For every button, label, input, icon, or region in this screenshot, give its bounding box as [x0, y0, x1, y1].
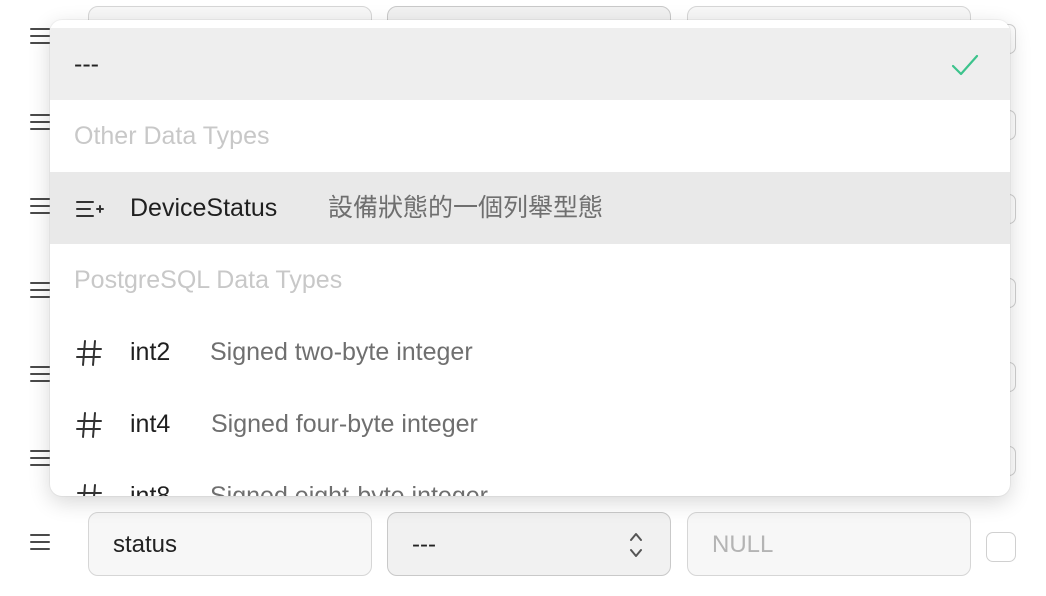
type-name: int4	[130, 410, 171, 438]
type-description: Signed eight-byte integer	[210, 482, 488, 496]
dropdown-option-none[interactable]: ---	[50, 28, 1010, 100]
column-checkbox[interactable]	[986, 532, 1016, 562]
drag-handle-icon[interactable]	[30, 198, 50, 219]
checkmark-icon	[951, 54, 979, 76]
group-label-other: Other Data Types	[74, 122, 270, 150]
group-label-postgresql: PostgreSQL Data Types	[74, 266, 343, 294]
hash-icon	[76, 412, 102, 438]
drag-handle-icon[interactable]	[30, 28, 50, 49]
column-default-field[interactable]: NULL	[687, 512, 971, 576]
hash-icon	[77, 484, 102, 496]
chevron-up-down-icon	[630, 533, 642, 557]
dropdown-option-label: ---	[74, 50, 99, 78]
dropdown-option-int8[interactable]: int8 Signed eight-byte integer	[50, 460, 1010, 496]
type-name: int2	[130, 338, 171, 366]
type-description: Signed four-byte integer	[211, 410, 478, 438]
column-name-field[interactable]: status	[88, 512, 372, 576]
type-name: DeviceStatus	[130, 194, 278, 222]
enum-icon	[76, 201, 104, 217]
type-description: 設備狀態的一個列舉型態	[328, 194, 604, 222]
drag-handle-icon[interactable]	[30, 282, 50, 303]
type-name: int8	[130, 482, 171, 496]
type-description: Signed two-byte integer	[210, 338, 473, 366]
type-dropdown-menu: --- Other Data Types DeviceStatus 設備狀態的一…	[50, 20, 1010, 496]
drag-handle-icon[interactable]	[30, 450, 50, 471]
drag-handle-icon[interactable]	[30, 534, 50, 555]
dropdown-option-devicestatus[interactable]: DeviceStatus 設備狀態的一個列舉型態	[50, 172, 1010, 244]
dropdown-option-int2[interactable]: int2 Signed two-byte integer	[50, 316, 1010, 388]
drag-handle-icon[interactable]	[30, 114, 50, 135]
hash-icon	[76, 340, 102, 366]
table-row: status --- NULL	[0, 512, 1046, 580]
drag-handle-icon[interactable]	[30, 366, 50, 387]
dropdown-option-int4[interactable]: int4 Signed four-byte integer	[50, 388, 1010, 460]
column-type-value: ---	[412, 531, 436, 558]
column-type-select[interactable]: ---	[387, 512, 671, 576]
